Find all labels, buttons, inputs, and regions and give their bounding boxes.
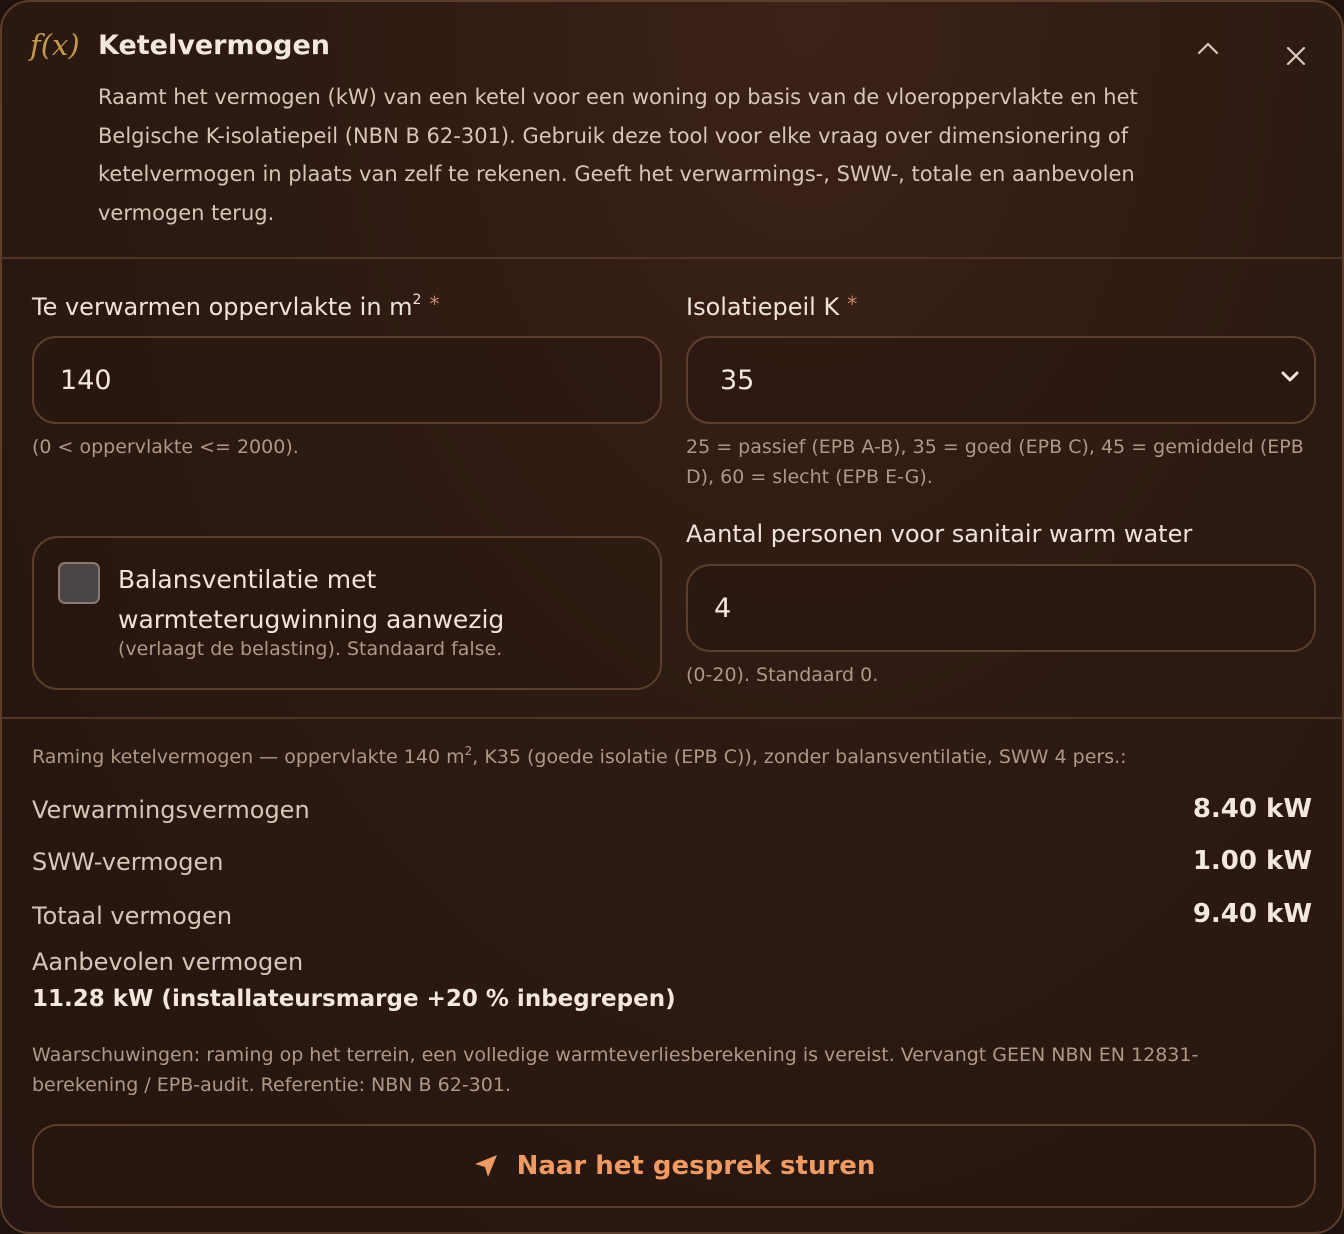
send-to-chat-button[interactable]: Naar het gesprek sturen bbox=[32, 1124, 1316, 1208]
summary-text-end: , K35 (goede isolatie (EPB C)), zonder b… bbox=[472, 746, 1127, 768]
area-label-sup: 2 bbox=[412, 292, 422, 308]
function-icon: f(x) bbox=[30, 28, 80, 62]
recommended-value: 11.28 kW (installateursmarge +20 % inbeg… bbox=[32, 986, 676, 1012]
area-label: Te verwarmen oppervlakte in m2 * bbox=[32, 292, 439, 321]
insulation-help: 25 = passief (EPB A-B), 35 = goed (EPB C… bbox=[686, 436, 1304, 488]
result-summary: Raming ketelvermogen — oppervlakte 140 m… bbox=[32, 744, 1127, 768]
ventilation-checkbox[interactable] bbox=[58, 562, 100, 604]
close-button[interactable] bbox=[1276, 36, 1316, 76]
total-value: 9.40 kW bbox=[1192, 899, 1312, 929]
send-button-label: Naar het gesprek sturen bbox=[516, 1151, 876, 1181]
area-input[interactable]: 140 bbox=[32, 336, 662, 424]
area-label-text: Te verwarmen oppervlakte in m bbox=[32, 293, 413, 321]
panel-header: f(x) Ketelvermogen Raamt het vermogen (k… bbox=[2, 2, 1342, 259]
ventilation-help: (verlaagt de belasting). Standaard false… bbox=[118, 638, 503, 660]
ventilation-checkbox-card[interactable]: Balansventilatie met warmteterugwinning … bbox=[32, 536, 662, 690]
warnings-text: Waarschuwingen: raming op het terrein, e… bbox=[32, 1044, 1199, 1096]
recommended-label: Aanbevolen vermogen bbox=[32, 948, 304, 976]
area-input-value: 140 bbox=[60, 364, 112, 396]
area-help: (0 < oppervlakte <= 2000). bbox=[32, 436, 299, 458]
panel-title: Ketelvermogen bbox=[98, 30, 331, 61]
insulation-select[interactable]: 35 bbox=[686, 336, 1316, 424]
chevron-down-icon bbox=[1281, 371, 1299, 382]
required-mark: * bbox=[429, 292, 440, 316]
ventilation-label: Balansventilatie met warmteterugwinning … bbox=[118, 565, 505, 634]
total-label: Totaal vermogen bbox=[32, 902, 233, 930]
insulation-label-text: Isolatiepeil K bbox=[686, 293, 840, 321]
dhw-value: 1.00 kW bbox=[1192, 846, 1312, 876]
required-mark: * bbox=[847, 292, 858, 316]
panel-description: Raamt het vermogen (kW) van een ketel vo… bbox=[98, 85, 1138, 225]
dhw-label: SWW-vermogen bbox=[32, 848, 224, 876]
persons-input-value: 4 bbox=[714, 592, 732, 624]
tool-panel: f(x) Ketelvermogen Raamt het vermogen (k… bbox=[0, 0, 1344, 1234]
insulation-select-value: 35 bbox=[720, 364, 755, 396]
collapse-button[interactable] bbox=[1188, 28, 1228, 68]
close-icon bbox=[1286, 46, 1306, 66]
divider bbox=[2, 717, 1342, 719]
persons-input[interactable]: 4 bbox=[686, 564, 1316, 652]
heating-value: 8.40 kW bbox=[1192, 794, 1312, 824]
send-icon bbox=[474, 1155, 497, 1177]
persons-help: (0-20). Standaard 0. bbox=[686, 664, 879, 686]
persons-label: Aantal personen voor sanitair warm water bbox=[686, 520, 1193, 548]
heating-label: Verwarmingsvermogen bbox=[32, 796, 310, 824]
insulation-label: Isolatiepeil K * bbox=[686, 292, 857, 321]
summary-text: Raming ketelvermogen — oppervlakte 140 m bbox=[32, 746, 465, 768]
chevron-up-icon bbox=[1197, 42, 1219, 55]
